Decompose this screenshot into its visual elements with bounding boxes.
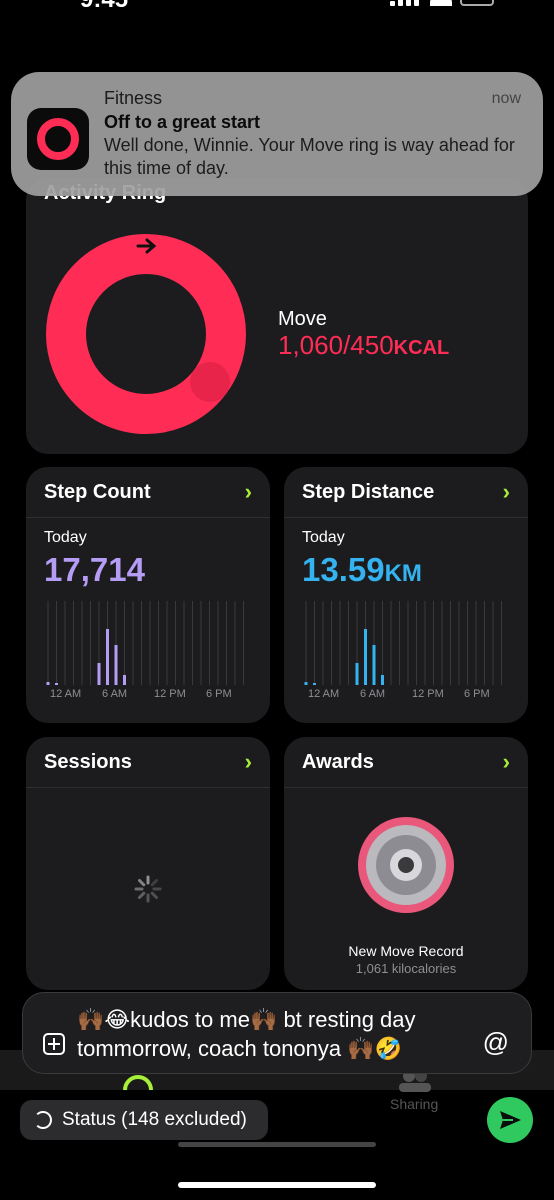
move-ring bbox=[46, 234, 246, 434]
chart-bar bbox=[97, 663, 101, 685]
chart-axis-label: 12 PM bbox=[154, 688, 186, 697]
move-value-number: 1,060/450 bbox=[278, 330, 394, 360]
notification-body: Well done, Winnie. Your Move ring is way… bbox=[104, 135, 515, 178]
add-attachment-icon[interactable] bbox=[43, 1033, 65, 1055]
award-name: New Move Record bbox=[348, 943, 464, 959]
chart-axis-label: 12 PM bbox=[412, 688, 444, 697]
at-symbol-icon[interactable]: @ bbox=[483, 1027, 509, 1058]
message-input[interactable]: 🙌🏾😂kudos to me🙌🏾 bt resting day tommorro… bbox=[77, 1005, 477, 1063]
fitness-app-icon bbox=[27, 108, 89, 170]
step-count-title: Step Count bbox=[44, 481, 151, 503]
chart-bar bbox=[106, 629, 109, 685]
step-distance-title: Step Distance bbox=[302, 481, 435, 503]
notification-banner[interactable]: Fitness now Off to a great start Well do… bbox=[11, 72, 543, 196]
chevron-right-icon[interactable]: › bbox=[245, 749, 252, 775]
send-icon bbox=[500, 1111, 521, 1129]
chevron-right-icon[interactable]: › bbox=[245, 479, 252, 505]
divider bbox=[284, 517, 528, 518]
divider bbox=[284, 787, 528, 788]
chart-axis-label: 12 AM bbox=[50, 688, 81, 697]
awards-title: Awards bbox=[302, 751, 374, 773]
chevron-right-icon[interactable]: › bbox=[503, 479, 510, 505]
chart-axis-label: 6 AM bbox=[360, 688, 385, 697]
chart-axis-label: 6 PM bbox=[206, 688, 232, 697]
chart-bar bbox=[372, 645, 376, 685]
chart-axis-label: 6 AM bbox=[102, 688, 127, 697]
step-distance-unit: KM bbox=[384, 560, 422, 587]
chart-bar bbox=[304, 682, 308, 685]
chart-axis-label: 6 PM bbox=[464, 688, 490, 697]
move-value: 1,060/450KCAL bbox=[278, 330, 449, 361]
step-distance-chart: 12 AM 6 AM 12 PM 6 PM bbox=[304, 601, 502, 697]
chart-axis-label: 12 AM bbox=[308, 688, 339, 697]
today-label: Today bbox=[44, 529, 87, 546]
activity-ring-card[interactable]: Activity Ring Move 1,060/450KCAL bbox=[26, 178, 528, 454]
move-value-unit: KCAL bbox=[393, 337, 450, 359]
chevron-right-icon[interactable]: › bbox=[503, 749, 510, 775]
divider bbox=[26, 787, 270, 788]
step-count-chart: 12 AM 6 AM 12 PM 6 PM bbox=[46, 601, 244, 697]
chart-bar bbox=[114, 645, 118, 685]
loading-spinner-icon bbox=[134, 875, 162, 903]
home-indicator bbox=[178, 1182, 376, 1188]
send-button[interactable] bbox=[487, 1097, 533, 1143]
chart-bar bbox=[55, 683, 58, 685]
step-distance-card[interactable]: Step Distance › Today 13.59KM 12 AM 6 AM 1… bbox=[284, 467, 528, 723]
status-bar: 9:45 bbox=[0, 0, 554, 20]
chart-bar bbox=[123, 675, 126, 685]
today-label: Today bbox=[302, 529, 345, 546]
awards-card[interactable]: Awards › New Move Record 1,061 kilocalor… bbox=[284, 737, 528, 990]
notification-app-name: Fitness bbox=[104, 88, 163, 108]
status-chip-label: Status (148 excluded) bbox=[62, 1109, 247, 1130]
step-count-value: 17,714 bbox=[44, 551, 145, 588]
sheet-grabber bbox=[178, 1142, 376, 1147]
sessions-title: Sessions bbox=[44, 751, 132, 773]
award-medal-icon bbox=[358, 817, 454, 913]
wifi-icon bbox=[430, 0, 452, 6]
status-icon bbox=[34, 1111, 52, 1129]
chart-bar bbox=[355, 663, 359, 685]
cellular-signal-icon bbox=[390, 0, 422, 6]
ring-overlap-cap bbox=[190, 362, 230, 402]
battery-icon bbox=[460, 0, 494, 6]
notification-title: Off to a great start bbox=[104, 112, 261, 132]
tab-sharing-label[interactable]: Sharing bbox=[390, 1096, 438, 1112]
chart-bar bbox=[313, 683, 316, 685]
status-chip[interactable]: Status (148 excluded) bbox=[20, 1100, 268, 1140]
move-label: Move bbox=[278, 308, 327, 330]
notification-time: now bbox=[491, 90, 521, 107]
status-icons bbox=[390, 0, 494, 6]
chart-bar bbox=[364, 629, 367, 685]
divider bbox=[26, 517, 270, 518]
step-distance-value: 13.59KM bbox=[302, 551, 422, 589]
sessions-card[interactable]: Sessions › bbox=[26, 737, 270, 990]
status-time: 9:45 bbox=[80, 0, 128, 14]
step-distance-number: 13.59 bbox=[302, 551, 385, 588]
award-detail: 1,061 kilocalories bbox=[355, 961, 457, 976]
chart-bar bbox=[46, 682, 50, 685]
message-composer[interactable]: 🙌🏾😂kudos to me🙌🏾 bt resting day tommorro… bbox=[22, 992, 532, 1074]
chart-bar bbox=[381, 675, 384, 685]
step-count-card[interactable]: Step Count › Today 17,714 12 AM 6 AM 12 PM… bbox=[26, 467, 270, 723]
